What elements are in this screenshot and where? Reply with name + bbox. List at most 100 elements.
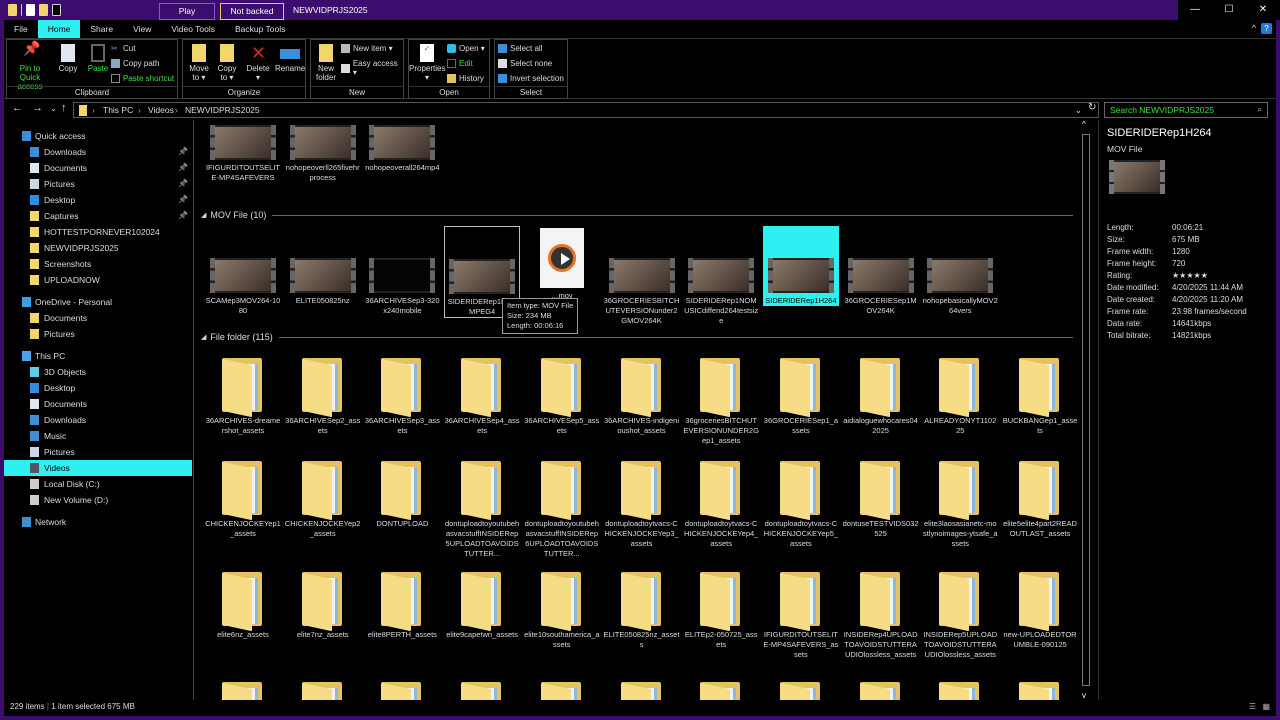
nav-item-desktop[interactable]: Desktop 📌 [4,192,192,208]
nav-item-3d-objects[interactable]: 3D Objects [4,364,192,380]
minimize-button[interactable]: — [1178,0,1212,20]
file-item[interactable]: nohopebasicallyMOV264vers [922,226,998,316]
folder-item[interactable]: 36ARCHIVES-indigenioushot_assets [604,354,680,436]
address-bar[interactable]: › This PC › Videos › NEWVIDPRJS2025 ⌄ [73,102,1099,118]
nav-item-hottestpornever102024[interactable]: HOTTESTPORNEVER102024 [4,224,192,240]
folder-item[interactable]: elite10southamerica_assets [524,568,600,650]
customize-icon[interactable] [52,4,61,16]
folder-item[interactable]: BUCKBANGep1_assets [1002,354,1077,436]
folder-item[interactable]: 36ARCHIVES-dreamershot_assets [205,354,281,436]
select-all-button[interactable]: Select all [498,44,542,53]
folder-item[interactable]: 36ARCHIVESep5_assets [524,354,600,436]
folder-item[interactable]: IFIGURDITOUTSELITE-MP4SAFEVERS_assets [763,568,839,660]
invert-selection-button[interactable]: Invert selection [498,74,564,83]
properties-button[interactable]: ✓ Properties ▾ [409,44,445,82]
file-item[interactable]: nohopeoverll265fivehrprocess [285,125,361,183]
easy-access-button[interactable]: Easy access ▾ [341,59,403,77]
folder-item[interactable]: ALREADYONYT110225 [922,354,998,436]
file-item[interactable]: IFIGURDITOUTSELITE-MP4SAFEVERS [205,125,281,183]
folder-item[interactable]: DONTUPLOAD [364,457,440,529]
folder-item[interactable] [763,678,839,700]
group-header-file-folder[interactable]: ◢ File folder (115) [201,332,1073,342]
nav-item-network[interactable]: Network [4,514,192,530]
nav-item-this-pc[interactable]: This PC [4,348,192,364]
new-folder-button[interactable]: New folder [313,44,339,82]
nav-item-documents[interactable]: Documents 📌 [4,160,192,176]
scrollbar-thumb[interactable] [1082,134,1090,686]
vertical-scrollbar[interactable]: ^ v [1079,120,1093,700]
move-to-button[interactable]: Move to ▾ [187,44,211,82]
folder-item[interactable] [604,678,680,700]
tab-view[interactable]: View [123,20,161,38]
file-item[interactable]: 36ARCHIVESep3-320x240mobile [364,226,440,316]
delete-button[interactable]: ✕ Delete ▾ [245,44,271,82]
folder-item[interactable]: elite5elite4part2READOUTLAST_assets [1002,457,1077,539]
property-value[interactable]: ★★★★★ [1172,271,1208,280]
pin-icon[interactable]: 📌 [178,160,188,176]
collapse-icon[interactable]: ◢ [201,211,206,219]
folder-item[interactable]: dontuploadtoyoutubehasvacstuffINSIDERep6… [524,457,600,559]
folder-item[interactable]: elite9capetwn_assets [444,568,520,640]
history-button[interactable]: History [447,74,484,83]
back-button[interactable]: ← [12,102,23,114]
large-icons-view-icon[interactable]: ▦ [1262,702,1270,711]
nav-item-videos[interactable]: Videos [4,460,192,476]
file-item[interactable]: 36GROCERIESBITCHUTEVERSIONunder2GMOV264K [604,226,680,326]
recent-locations-button[interactable]: ⌄ [50,104,57,113]
file-item[interactable]: …mov [524,226,600,301]
folder-item[interactable] [444,678,520,700]
folder-item[interactable]: CHICKENJOCKEYep2_assets [285,457,361,539]
folder-item[interactable]: 36ARCHIVESep2_assets [285,354,361,436]
paste-button[interactable]: Paste [85,44,111,73]
collapse-ribbon-icon[interactable]: ^ [1252,23,1256,33]
folder-item[interactable]: ELITE050825nz_assets [604,568,680,650]
help-icon[interactable]: ? [1261,23,1272,34]
quick-access-toolbar[interactable] [8,4,61,16]
folder-item[interactable]: elite7nz_assets [285,568,361,640]
scroll-up-icon[interactable]: ^ [1082,120,1086,129]
pin-icon[interactable]: 📌 [178,176,188,192]
folder-item[interactable]: INSIDERep4UPLOADTOAVOIDSTUTTERAUDIOlossl… [843,568,919,660]
folder-item[interactable] [1002,678,1077,700]
file-item[interactable]: 36GROCERIESep1MOV264K [843,226,919,316]
file-item[interactable]: SIDERIDERep1H264 [762,226,839,306]
folder-item[interactable]: CHICKENJOCKEYep1_assets [205,457,281,539]
nav-item-new-volume-d-[interactable]: New Volume (D:) [4,492,192,508]
folder-item[interactable]: new-UPLOADEDTORUMBLE-090125 [1002,568,1077,650]
not-backed-up-tab[interactable]: Not backed up [220,3,284,31]
nav-item-documents[interactable]: Documents [4,396,192,412]
nav-item-quick-access[interactable]: Quick access [4,128,192,144]
folder-item[interactable]: 36GROCERIESep1_assets [763,354,839,436]
tab-home[interactable]: Home [37,20,81,38]
new-folder-icon[interactable] [39,4,48,16]
tab-video-tools[interactable]: Video Tools [161,20,225,38]
breadcrumb-videos[interactable]: Videos [148,105,174,115]
folder-item[interactable] [922,678,998,700]
search-input[interactable]: Search NEWVIDPRJS2025 ⌕ [1104,102,1268,118]
address-dropdown-icon[interactable]: ⌄ [1075,105,1082,116]
collapse-icon[interactable]: ◢ [201,333,206,341]
close-button[interactable]: ✕ [1246,0,1280,20]
folder-item[interactable]: dontuploadtoytvacs-CHICKENJOCKEYep3_asse… [604,457,680,549]
nav-item-downloads[interactable]: Downloads [4,412,192,428]
folder-item[interactable]: elite3laosasianetc-mostlynoimages-ytsafe… [922,457,998,549]
pin-icon[interactable]: 📌 [178,208,188,224]
tab-share[interactable]: Share [80,20,123,38]
details-view-icon[interactable]: ☰ [1249,702,1256,711]
open-button[interactable]: Open ▾ [447,44,485,53]
folder-item[interactable]: elite8PERTH_assets [364,568,440,640]
nav-item-desktop[interactable]: Desktop [4,380,192,396]
folder-item[interactable]: 36groceriesBITCHUTEVERSIONUNDER2Gep1_ass… [683,354,759,446]
tab-backup-tools[interactable]: Backup Tools [225,20,295,38]
paste-shortcut-button[interactable]: Paste shortcut [111,74,174,83]
nav-item-downloads[interactable]: Downloads 📌 [4,144,192,160]
folder-item[interactable]: 36ARCHIVESep3_assets [364,354,440,436]
file-item[interactable]: SCAMep3MOV264-1080 [205,226,281,316]
refresh-button[interactable]: ↻ [1088,102,1096,113]
pin-to-quick-access-button[interactable]: 📌 Pin to Quick access [9,41,51,91]
nav-item-pictures[interactable]: Pictures [4,326,192,342]
properties-icon[interactable] [26,4,35,16]
nav-item-captures[interactable]: Captures 📌 [4,208,192,224]
file-item[interactable]: ELITE050825nz [285,226,361,306]
play-context-tab[interactable]: Play [159,3,215,20]
